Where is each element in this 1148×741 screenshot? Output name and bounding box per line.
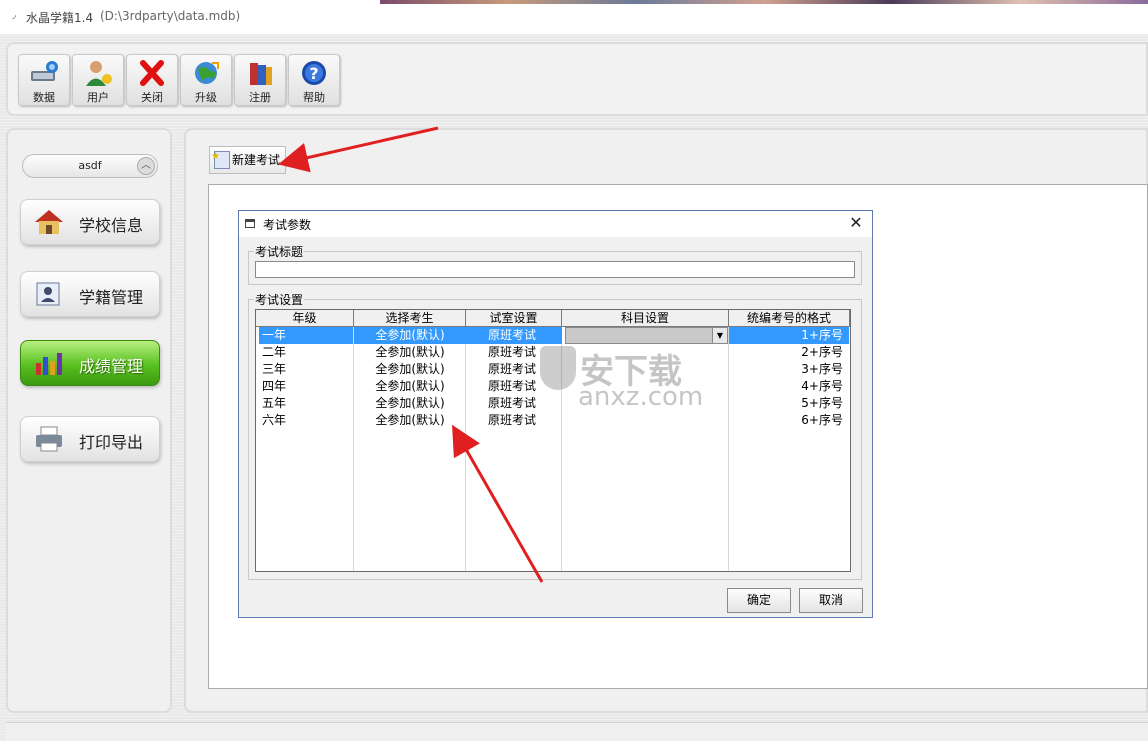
table-row[interactable]: 四年 全参加(默认) 原班考试 4+序号 bbox=[256, 378, 850, 395]
cell-grade: 二年 bbox=[262, 345, 287, 359]
chevron-up-icon[interactable]: ︿ bbox=[137, 157, 155, 175]
cell-students[interactable]: 全参加(默认) bbox=[354, 378, 466, 395]
new-exam-button[interactable]: 新建考试 bbox=[209, 144, 286, 174]
cell-students[interactable]: 全参加(默认) bbox=[354, 327, 466, 344]
database-icon bbox=[28, 59, 60, 87]
exam-settings-group-label: 考试设置 bbox=[254, 291, 305, 308]
cell-students[interactable]: 全参加(默认) bbox=[354, 412, 466, 429]
window-path: (D:\3rdparty\data.mdb) bbox=[100, 9, 241, 23]
help-button-label: 帮助 bbox=[303, 91, 325, 104]
cell-room[interactable]: 原班考试 bbox=[466, 344, 562, 361]
new-exam-label: 新建考试 bbox=[232, 153, 281, 167]
user-icon bbox=[82, 59, 114, 87]
score-chart-icon bbox=[33, 349, 65, 377]
user-button[interactable]: 用户 bbox=[72, 54, 124, 106]
user-button-label: 用户 bbox=[87, 91, 109, 104]
ok-button[interactable]: 确定 bbox=[727, 588, 791, 613]
upgrade-icon bbox=[190, 59, 222, 87]
cell-students[interactable]: 全参加(默认) bbox=[354, 344, 466, 361]
exam-title-input[interactable] bbox=[255, 261, 855, 278]
register-icon bbox=[244, 59, 276, 87]
title-bar: ◞ 水晶学籍1.4 (D:\3rdparty\data.mdb) bbox=[0, 0, 1148, 34]
exam-title-group-label: 考试标题 bbox=[254, 243, 305, 260]
help-icon: ? bbox=[298, 59, 330, 87]
cancel-button[interactable]: 取消 bbox=[799, 588, 863, 613]
dialog-title: 考试参数 bbox=[263, 218, 312, 232]
table-row[interactable]: 三年 全参加(默认) 原班考试 3+序号 bbox=[256, 361, 850, 378]
window-title: 水晶学籍1.4 bbox=[26, 11, 94, 25]
cell-format[interactable]: 3+序号 bbox=[729, 361, 849, 378]
cell-room[interactable]: 原班考试 bbox=[466, 395, 562, 412]
app-icon: ◞ bbox=[12, 10, 16, 21]
sidebar-item-label: 学校信息 bbox=[79, 216, 144, 235]
table-row[interactable]: 六年 全参加(默认) 原班考试 6+序号 bbox=[256, 412, 850, 429]
cell-grade: 三年 bbox=[262, 362, 287, 376]
sidebar-item-label: 学籍管理 bbox=[79, 288, 144, 307]
cell-students[interactable]: 全参加(默认) bbox=[354, 361, 466, 378]
table-row[interactable]: 一年 全参加(默认) 原班考试 ▼ 1+序号 bbox=[256, 327, 850, 344]
upgrade-button[interactable]: 升级 bbox=[180, 54, 232, 106]
student-card-icon bbox=[33, 280, 65, 308]
register-button[interactable]: 注册 bbox=[234, 54, 286, 106]
cell-grade: 一年 bbox=[259, 327, 353, 344]
cell-room[interactable]: 原班考试 bbox=[466, 361, 562, 378]
cell-room[interactable]: 原班考试 bbox=[466, 378, 562, 395]
close-icon bbox=[136, 59, 168, 87]
chevron-down-icon[interactable]: ▼ bbox=[712, 328, 727, 343]
dialog-title-bar: 考试参数 ✕ bbox=[239, 211, 872, 237]
cell-room[interactable]: 原班考试 bbox=[466, 412, 562, 429]
column-header-format[interactable]: 统编考号的格式 bbox=[729, 310, 850, 327]
cell-format[interactable]: 5+序号 bbox=[729, 395, 849, 412]
user-select[interactable]: asdf ︿ bbox=[22, 154, 158, 178]
cell-format[interactable]: 1+序号 bbox=[729, 327, 849, 344]
data-button-label: 数据 bbox=[33, 91, 55, 104]
school-house-icon bbox=[33, 208, 65, 236]
window-icon bbox=[245, 219, 255, 228]
cell-grade: 四年 bbox=[262, 379, 287, 393]
sidebar-item-student-records[interactable]: 学籍管理 bbox=[20, 271, 160, 317]
printer-icon bbox=[33, 425, 65, 453]
close-button-label: 关闭 bbox=[141, 91, 163, 104]
data-button[interactable]: 数据 bbox=[18, 54, 70, 106]
cell-format[interactable]: 6+序号 bbox=[729, 412, 849, 429]
close-button[interactable]: 关闭 bbox=[126, 54, 178, 106]
exam-settings-grid[interactable]: 年级 选择考生 试室设置 科目设置 统编考号的格式 一年 全参加(默认) 原班考… bbox=[255, 309, 851, 572]
table-row[interactable]: 五年 全参加(默认) 原班考试 5+序号 bbox=[256, 395, 850, 412]
sidebar-item-label: 打印导出 bbox=[79, 433, 144, 452]
sidebar-item-school-info[interactable]: 学校信息 bbox=[20, 199, 160, 245]
user-select-value: asdf bbox=[78, 159, 102, 172]
upgrade-button-label: 升级 bbox=[195, 91, 217, 104]
cell-format[interactable]: 4+序号 bbox=[729, 378, 849, 395]
column-header-room[interactable]: 试室设置 bbox=[466, 310, 562, 327]
column-header-grade[interactable]: 年级 bbox=[256, 310, 354, 327]
svg-text:?: ? bbox=[309, 64, 318, 83]
sidebar-item-print-export[interactable]: 打印导出 bbox=[20, 416, 160, 462]
status-bar bbox=[6, 722, 1148, 741]
subject-dropdown[interactable]: ▼ bbox=[565, 327, 728, 344]
cell-grade: 六年 bbox=[262, 413, 287, 427]
help-button[interactable]: ? 帮助 bbox=[288, 54, 340, 106]
title-bar-artwork bbox=[380, 0, 1148, 4]
column-header-students[interactable]: 选择考生 bbox=[354, 310, 466, 327]
cell-room[interactable]: 原班考试 bbox=[466, 327, 562, 344]
table-row[interactable]: 二年 全参加(默认) 原班考试 2+序号 bbox=[256, 344, 850, 361]
cell-grade: 五年 bbox=[262, 396, 287, 410]
sidebar-item-label: 成绩管理 bbox=[79, 357, 144, 376]
column-header-subject[interactable]: 科目设置 bbox=[562, 310, 729, 327]
dialog-close-button[interactable]: ✕ bbox=[846, 213, 866, 233]
cell-format[interactable]: 2+序号 bbox=[729, 344, 849, 361]
new-document-icon bbox=[211, 144, 230, 170]
register-button-label: 注册 bbox=[249, 91, 271, 104]
cell-students[interactable]: 全参加(默认) bbox=[354, 395, 466, 412]
sidebar-item-score-management[interactable]: 成绩管理 bbox=[20, 340, 160, 386]
